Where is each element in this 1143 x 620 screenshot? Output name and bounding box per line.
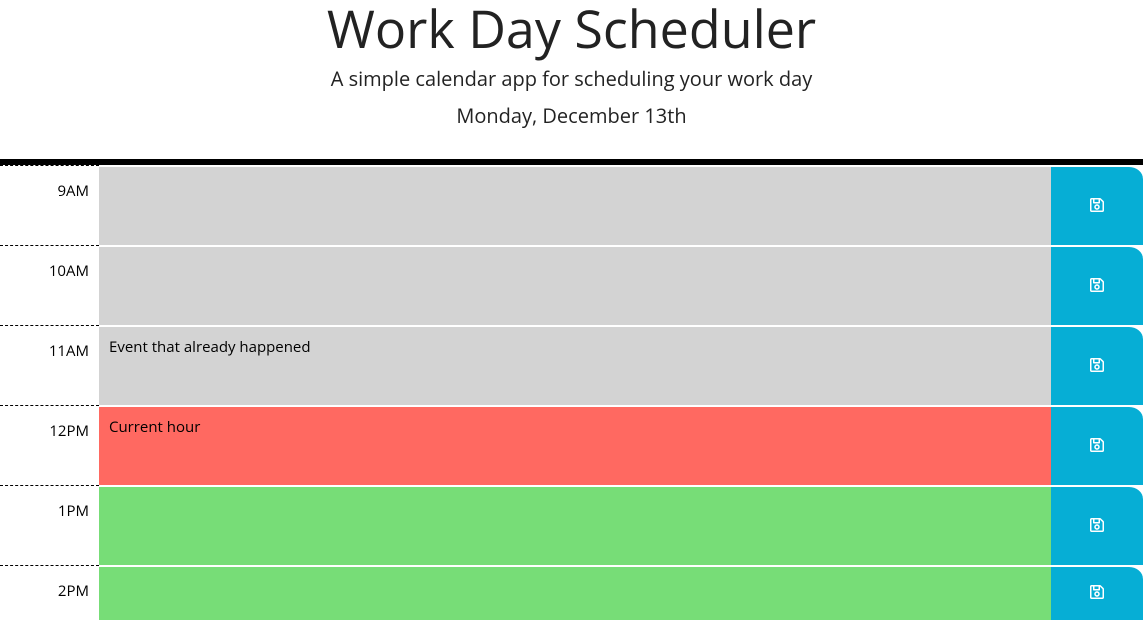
event-input[interactable] [99,245,1051,325]
save-button[interactable] [1051,565,1143,620]
save-button[interactable] [1051,245,1143,325]
time-block: 1PM [0,485,1143,565]
save-icon [1089,517,1105,536]
event-input[interactable] [99,485,1051,565]
save-icon [1089,357,1105,376]
save-icon [1089,584,1105,603]
time-block: 10AM [0,245,1143,325]
event-input[interactable] [99,565,1051,620]
event-input[interactable] [99,325,1051,405]
save-button[interactable] [1051,485,1143,565]
hour-label: 2PM [0,565,99,620]
page-title: Work Day Scheduler [20,0,1123,57]
save-button[interactable] [1051,165,1143,245]
time-block: 2PM [0,565,1143,620]
time-block: 9AM [0,165,1143,245]
schedule-container: 9AM10AM11AM12PM1PM2PM [0,165,1143,620]
page-subtitle: A simple calendar app for scheduling you… [20,65,1123,92]
save-icon [1089,277,1105,296]
save-icon [1089,197,1105,216]
current-date: Monday, December 13th [20,102,1123,129]
save-icon [1089,437,1105,456]
event-input[interactable] [99,165,1051,245]
event-input[interactable] [99,405,1051,485]
hour-label: 12PM [0,405,99,485]
hour-label: 10AM [0,245,99,325]
time-block: 12PM [0,405,1143,485]
save-button[interactable] [1051,405,1143,485]
save-button[interactable] [1051,325,1143,405]
hour-label: 11AM [0,325,99,405]
hour-label: 1PM [0,485,99,565]
hour-label: 9AM [0,165,99,245]
time-block: 11AM [0,325,1143,405]
